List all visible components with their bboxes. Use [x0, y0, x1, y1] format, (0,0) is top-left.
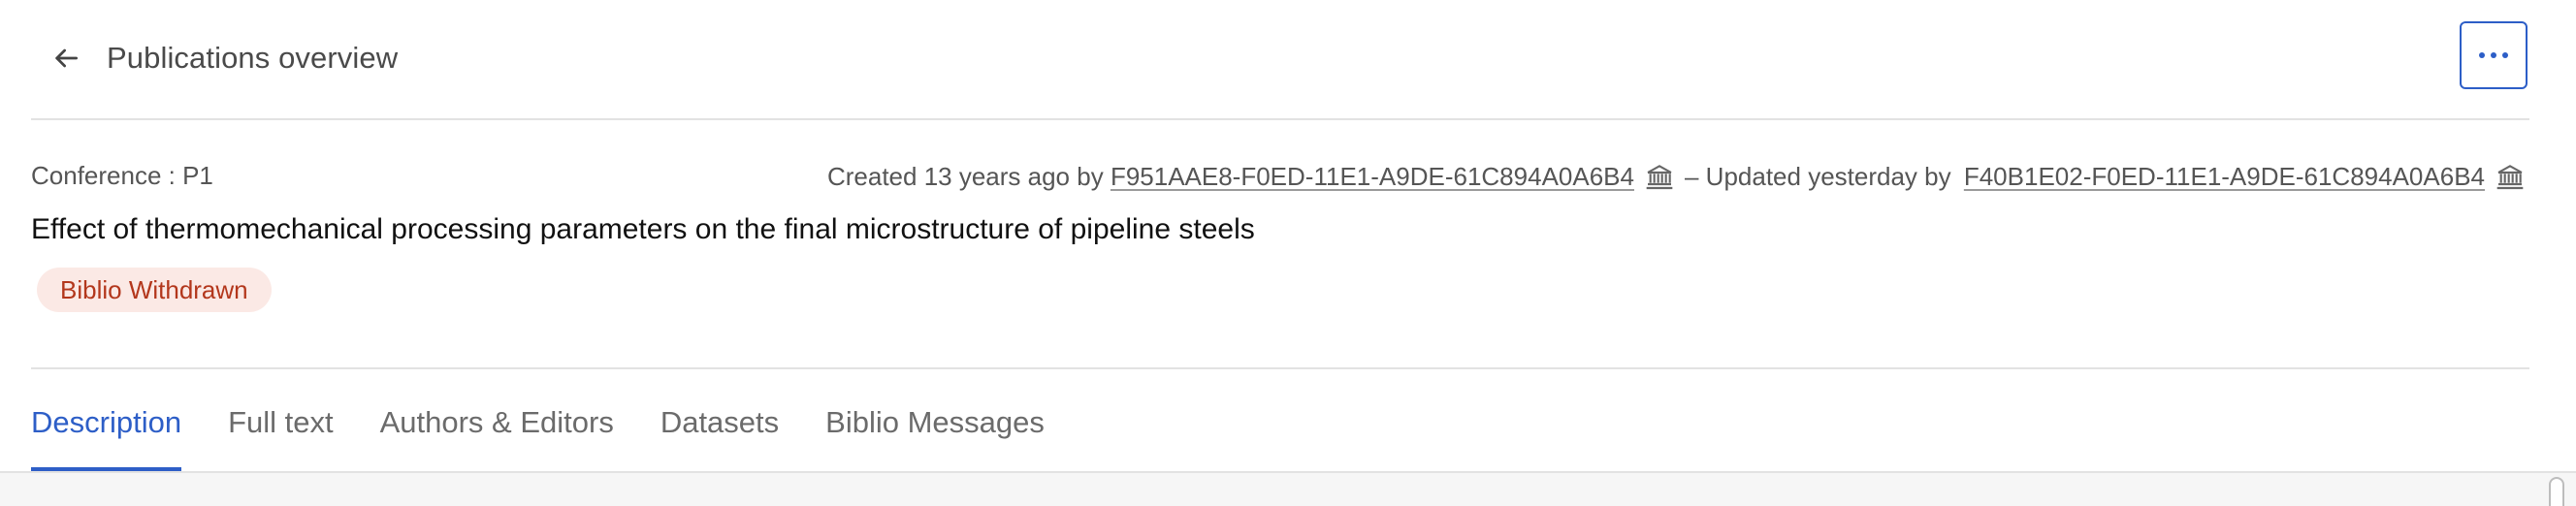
updated-by-link[interactable]: F40B1E02-F0ED-11E1-A9DE-61C894A0A6B4: [1964, 162, 2485, 192]
more-actions-button[interactable]: [2460, 21, 2528, 89]
created-prefix: Created 13 years ago by: [826, 161, 1104, 191]
tab-full-text[interactable]: Full text: [228, 397, 334, 471]
publication-type: Conference : P1: [31, 161, 213, 190]
tab-bar: Description Full text Authors & Editors …: [31, 397, 1045, 471]
tab-description[interactable]: Description: [31, 397, 182, 471]
bank-icon: [1644, 161, 1675, 192]
more-horizontal-icon: [2479, 52, 2508, 58]
header-divider: [31, 367, 2529, 369]
record-history: Created 13 years ago by F951AAE8-F0ED-11…: [827, 161, 2526, 192]
publication-title: Effect of thermomechanical processing pa…: [31, 213, 1255, 245]
back-link[interactable]: Publications overview: [50, 37, 398, 79]
top-divider: [31, 118, 2529, 120]
tab-datasets[interactable]: Datasets: [660, 397, 779, 471]
created-by-link[interactable]: F951AAE8-F0ED-11E1-A9DE-61C894A0A6B4: [1111, 162, 1634, 192]
publication-page: Publications overview Conference : P1 Cr…: [0, 0, 2576, 506]
updated-prefix: – Updated yesterday by: [1684, 161, 1951, 191]
arrow-left-icon: [50, 43, 81, 74]
tab-biblio-messages[interactable]: Biblio Messages: [825, 397, 1045, 471]
back-link-label: Publications overview: [107, 41, 399, 75]
scrollbar-thumb[interactable]: [2549, 477, 2564, 506]
bank-icon: [2495, 161, 2526, 192]
tab-authors-editors[interactable]: Authors & Editors: [380, 397, 614, 471]
content-area: [0, 471, 2576, 506]
status-badge: Biblio Withdrawn: [37, 268, 272, 312]
top-bar: Publications overview: [0, 0, 2576, 118]
